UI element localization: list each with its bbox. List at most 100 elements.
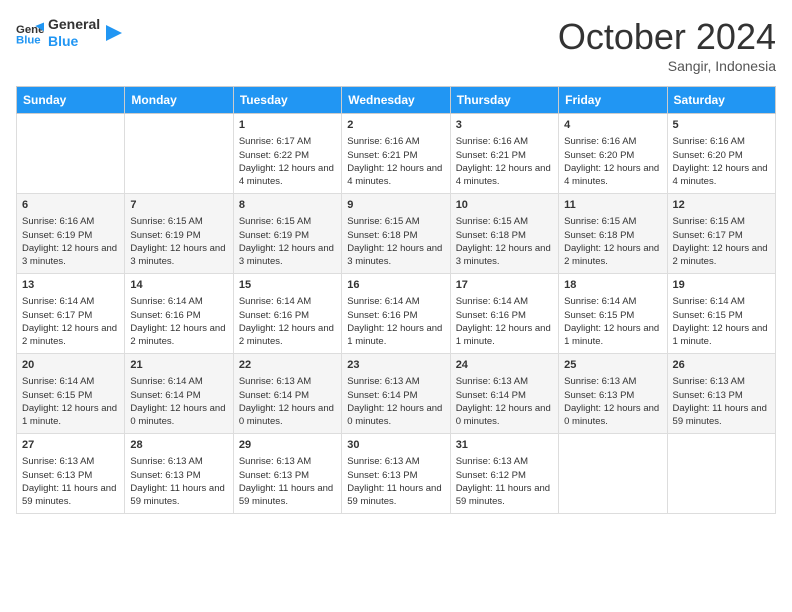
calendar-cell: 24 Sunrise: 6:13 AMSunset: 6:14 PMDayligh… — [450, 354, 558, 434]
calendar-cell: 15 Sunrise: 6:14 AMSunset: 6:16 PMDayligh… — [233, 274, 341, 354]
calendar-week-2: 6 Sunrise: 6:16 AMSunset: 6:19 PMDaylight… — [17, 194, 776, 274]
day-number: 2 — [347, 118, 444, 133]
calendar-cell: 26 Sunrise: 6:13 AMSunset: 6:13 PMDayligh… — [667, 354, 775, 434]
day-number: 26 — [673, 358, 770, 373]
day-number: 25 — [564, 358, 661, 373]
day-info: Sunrise: 6:14 AMSunset: 6:16 PMDaylight:… — [347, 295, 444, 348]
day-number: 22 — [239, 358, 336, 373]
day-number: 14 — [130, 278, 227, 293]
location-subtitle: Sangir, Indonesia — [558, 58, 776, 74]
day-number: 30 — [347, 438, 444, 453]
calendar-cell: 28 Sunrise: 6:13 AMSunset: 6:13 PMDayligh… — [125, 434, 233, 514]
calendar-cell — [17, 114, 125, 194]
day-info: Sunrise: 6:14 AMSunset: 6:15 PMDaylight:… — [22, 375, 119, 428]
calendar-cell: 10Sunrise: 6:15 AMSunset: 6:18 PMDayligh… — [450, 194, 558, 274]
calendar-week-4: 20 Sunrise: 6:14 AMSunset: 6:15 PMDayligh… — [17, 354, 776, 434]
day-number: 7 — [130, 198, 227, 213]
calendar-cell: 5Sunrise: 6:16 AMSunset: 6:20 PMDaylight… — [667, 114, 775, 194]
day-info: Sunrise: 6:15 AMSunset: 6:18 PMDaylight:… — [564, 215, 661, 268]
calendar-cell: 12 Sunrise: 6:15 AMSunset: 6:17 PMDayligh… — [667, 194, 775, 274]
day-number: 6 — [22, 198, 119, 213]
day-info: Sunrise: 6:15 AMSunset: 6:17 PMDaylight:… — [673, 215, 770, 268]
day-info: Sunrise: 6:13 AMSunset: 6:14 PMDaylight:… — [456, 375, 553, 428]
day-info: Sunrise: 6:17 AMSunset: 6:22 PMDaylight:… — [239, 135, 336, 188]
day-number: 18 — [564, 278, 661, 293]
calendar-cell: 7Sunrise: 6:15 AMSunset: 6:19 PMDaylight… — [125, 194, 233, 274]
calendar-table: SundayMondayTuesdayWednesdayThursdayFrid… — [16, 86, 776, 514]
calendar-cell: 25Sunrise: 6:13 AMSunset: 6:13 PMDayligh… — [559, 354, 667, 434]
day-number: 16 — [347, 278, 444, 293]
calendar-cell: 30Sunrise: 6:13 AMSunset: 6:13 PMDayligh… — [342, 434, 450, 514]
day-info: Sunrise: 6:16 AMSunset: 6:21 PMDaylight:… — [347, 135, 444, 188]
day-info: Sunrise: 6:14 AMSunset: 6:16 PMDaylight:… — [239, 295, 336, 348]
weekday-header-friday: Friday — [559, 87, 667, 114]
calendar-cell: 2 Sunrise: 6:16 AMSunset: 6:21 PMDaylight… — [342, 114, 450, 194]
day-number: 15 — [239, 278, 336, 293]
calendar-cell: 8 Sunrise: 6:15 AMSunset: 6:19 PMDaylight… — [233, 194, 341, 274]
calendar-cell: 29 Sunrise: 6:13 AMSunset: 6:13 PMDayligh… — [233, 434, 341, 514]
day-number: 24 — [456, 358, 553, 373]
calendar-cell: 13Sunrise: 6:14 AMSunset: 6:17 PMDayligh… — [17, 274, 125, 354]
logo-blue: Blue — [48, 33, 100, 50]
day-number: 28 — [130, 438, 227, 453]
day-info: Sunrise: 6:14 AMSunset: 6:16 PMDaylight:… — [130, 295, 227, 348]
weekday-header-thursday: Thursday — [450, 87, 558, 114]
title-block: October 2024 Sangir, Indonesia — [558, 16, 776, 74]
calendar-cell — [667, 434, 775, 514]
weekday-header-row: SundayMondayTuesdayWednesdayThursdayFrid… — [17, 87, 776, 114]
day-number: 29 — [239, 438, 336, 453]
calendar-cell: 4Sunrise: 6:16 AMSunset: 6:20 PMDaylight… — [559, 114, 667, 194]
weekday-header-sunday: Sunday — [17, 87, 125, 114]
day-number: 23 — [347, 358, 444, 373]
calendar-body: 1 Sunrise: 6:17 AMSunset: 6:22 PMDaylight… — [17, 114, 776, 514]
weekday-header-saturday: Saturday — [667, 87, 775, 114]
logo-general: General — [48, 16, 100, 33]
day-info: Sunrise: 6:15 AMSunset: 6:18 PMDaylight:… — [456, 215, 553, 268]
calendar-cell: 27 Sunrise: 6:13 AMSunset: 6:13 PMDayligh… — [17, 434, 125, 514]
page-header: General Blue General Blue October 2024 S… — [16, 16, 776, 74]
day-info: Sunrise: 6:14 AMSunset: 6:14 PMDaylight:… — [130, 375, 227, 428]
day-info: Sunrise: 6:15 AMSunset: 6:19 PMDaylight:… — [239, 215, 336, 268]
calendar-cell: 3Sunrise: 6:16 AMSunset: 6:21 PMDaylight… — [450, 114, 558, 194]
calendar-cell — [559, 434, 667, 514]
day-number: 11 — [564, 198, 661, 213]
day-number: 1 — [239, 118, 336, 133]
calendar-week-1: 1 Sunrise: 6:17 AMSunset: 6:22 PMDaylight… — [17, 114, 776, 194]
calendar-cell: 9 Sunrise: 6:15 AMSunset: 6:18 PMDaylight… — [342, 194, 450, 274]
day-number: 27 — [22, 438, 119, 453]
day-info: Sunrise: 6:14 AMSunset: 6:16 PMDaylight:… — [456, 295, 553, 348]
calendar-week-5: 27 Sunrise: 6:13 AMSunset: 6:13 PMDayligh… — [17, 434, 776, 514]
calendar-cell: 19 Sunrise: 6:14 AMSunset: 6:15 PMDayligh… — [667, 274, 775, 354]
svg-text:Blue: Blue — [16, 34, 41, 46]
month-title: October 2024 — [558, 16, 776, 58]
day-info: Sunrise: 6:13 AMSunset: 6:13 PMDaylight:… — [130, 455, 227, 508]
day-number: 9 — [347, 198, 444, 213]
calendar-cell: 16 Sunrise: 6:14 AMSunset: 6:16 PMDayligh… — [342, 274, 450, 354]
day-number: 31 — [456, 438, 553, 453]
calendar-cell: 23Sunrise: 6:13 AMSunset: 6:14 PMDayligh… — [342, 354, 450, 434]
day-number: 12 — [673, 198, 770, 213]
calendar-cell: 22Sunrise: 6:13 AMSunset: 6:14 PMDayligh… — [233, 354, 341, 434]
calendar-cell: 18Sunrise: 6:14 AMSunset: 6:15 PMDayligh… — [559, 274, 667, 354]
day-number: 20 — [22, 358, 119, 373]
day-info: Sunrise: 6:15 AMSunset: 6:18 PMDaylight:… — [347, 215, 444, 268]
logo: General Blue General Blue — [16, 16, 124, 50]
day-info: Sunrise: 6:13 AMSunset: 6:13 PMDaylight:… — [22, 455, 119, 508]
day-info: Sunrise: 6:16 AMSunset: 6:19 PMDaylight:… — [22, 215, 119, 268]
weekday-header-wednesday: Wednesday — [342, 87, 450, 114]
day-info: Sunrise: 6:14 AMSunset: 6:15 PMDaylight:… — [673, 295, 770, 348]
day-number: 3 — [456, 118, 553, 133]
day-number: 8 — [239, 198, 336, 213]
calendar-cell: 20 Sunrise: 6:14 AMSunset: 6:15 PMDayligh… — [17, 354, 125, 434]
day-info: Sunrise: 6:14 AMSunset: 6:17 PMDaylight:… — [22, 295, 119, 348]
day-info: Sunrise: 6:16 AMSunset: 6:20 PMDaylight:… — [673, 135, 770, 188]
day-info: Sunrise: 6:13 AMSunset: 6:13 PMDaylight:… — [239, 455, 336, 508]
logo-icon: General Blue — [16, 19, 44, 47]
day-number: 4 — [564, 118, 661, 133]
day-info: Sunrise: 6:13 AMSunset: 6:12 PMDaylight:… — [456, 455, 553, 508]
calendar-week-3: 13Sunrise: 6:14 AMSunset: 6:17 PMDayligh… — [17, 274, 776, 354]
calendar-cell: 21Sunrise: 6:14 AMSunset: 6:14 PMDayligh… — [125, 354, 233, 434]
calendar-cell — [125, 114, 233, 194]
day-number: 19 — [673, 278, 770, 293]
day-info: Sunrise: 6:13 AMSunset: 6:13 PMDaylight:… — [673, 375, 770, 428]
